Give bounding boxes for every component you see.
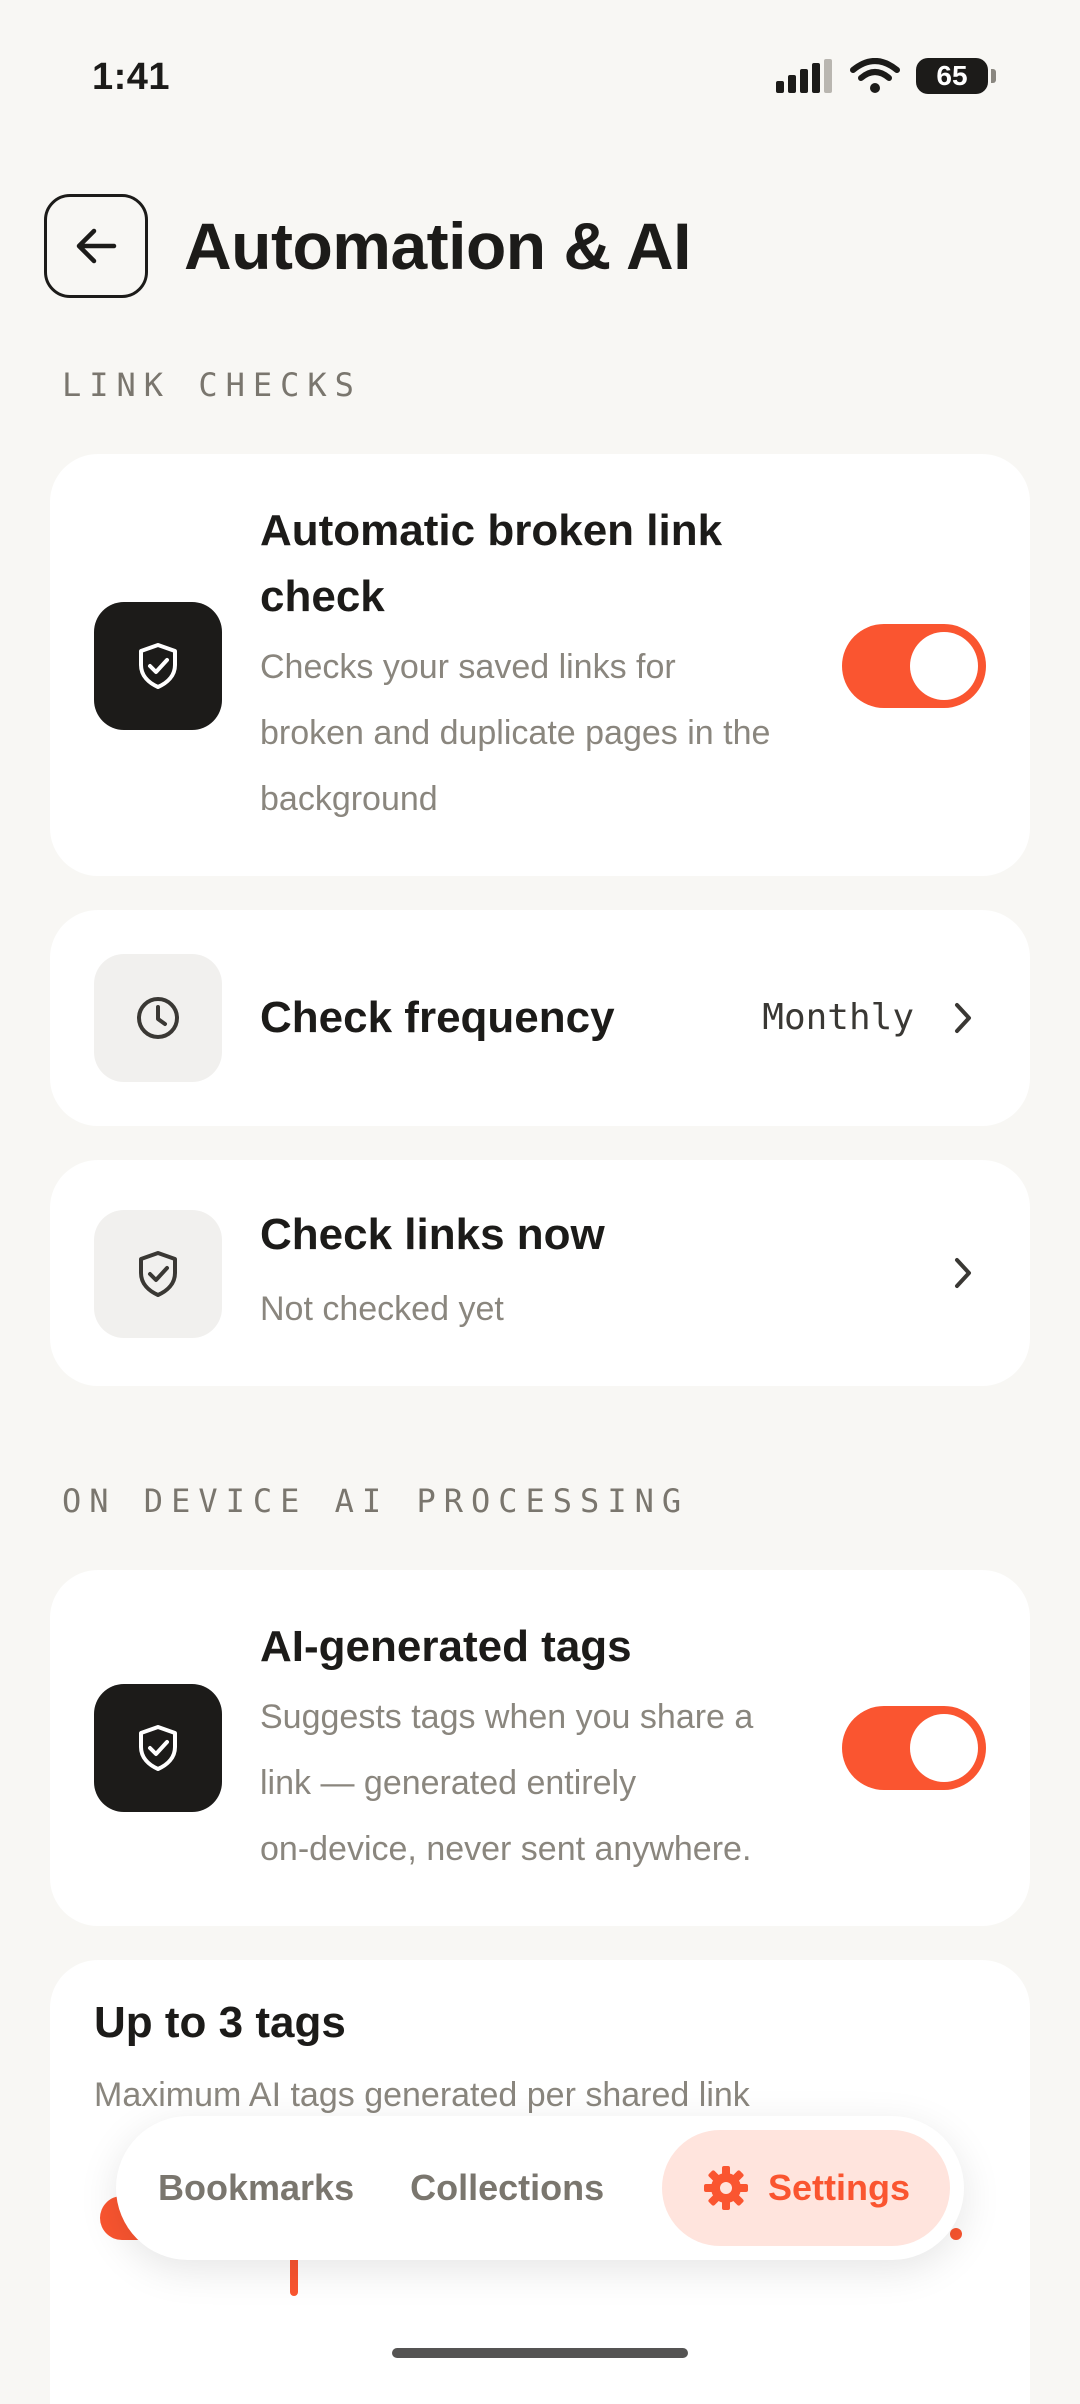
battery-indicator: 65 bbox=[916, 58, 996, 94]
check-frequency-card[interactable]: Check frequency Monthly bbox=[50, 910, 1030, 1126]
back-button[interactable] bbox=[44, 194, 148, 298]
header: Automation & AI bbox=[44, 194, 692, 298]
broken-link-title-line2: check bbox=[260, 572, 385, 621]
check-links-now-icon-tile bbox=[94, 1210, 222, 1338]
status-icons: 65 bbox=[776, 58, 996, 94]
status-bar: 1:41 65 bbox=[0, 0, 1080, 160]
arrow-left-icon bbox=[76, 228, 117, 264]
section-label-ai: ON DEVICE AI PROCESSING bbox=[62, 1482, 690, 1520]
bottom-nav: Bookmarks Collections Settings bbox=[116, 2116, 964, 2260]
chevron-right-icon bbox=[948, 1253, 978, 1293]
gear-icon bbox=[703, 2166, 748, 2210]
broken-link-check-card: Automatic broken link check Checks your … bbox=[50, 454, 1030, 876]
wifi-icon bbox=[850, 58, 900, 93]
ai-tags-card: AI-generated tags Suggests tags when you… bbox=[50, 1570, 1030, 1926]
broken-link-desc-line1: Checks your saved links for bbox=[260, 648, 676, 686]
check-links-now-card[interactable]: Check links now Not checked yet bbox=[50, 1160, 1030, 1386]
nav-item-settings[interactable]: Settings bbox=[661, 2130, 950, 2246]
check-links-now-title: Check links now bbox=[260, 1210, 605, 1259]
broken-link-desc-line2: broken and duplicate pages in the bbox=[260, 714, 771, 752]
ai-tags-desc-line2: link — generated entirely bbox=[260, 1764, 637, 1802]
max-tags-title: Up to 3 tags bbox=[94, 1998, 346, 2047]
home-indicator bbox=[392, 2348, 688, 2358]
shield-check-icon bbox=[139, 643, 177, 689]
ai-tags-icon-tile bbox=[94, 1684, 222, 1812]
broken-link-icon-tile bbox=[94, 602, 222, 730]
nav-item-bookmarks[interactable]: Bookmarks bbox=[130, 2130, 382, 2246]
toggle-knob bbox=[910, 1714, 978, 1782]
check-frequency-value: Monthly bbox=[762, 997, 914, 1038]
shield-check-icon bbox=[139, 1725, 177, 1771]
shield-check-icon bbox=[139, 1251, 177, 1297]
ai-tags-desc-line3: on-device, never sent anywhere. bbox=[260, 1830, 752, 1868]
signal-icon bbox=[776, 59, 832, 93]
status-time: 1:41 bbox=[92, 56, 171, 98]
broken-link-toggle[interactable] bbox=[842, 624, 986, 708]
broken-link-title-line1: Automatic broken link bbox=[260, 506, 723, 555]
chevron-right-icon bbox=[948, 998, 978, 1038]
check-frequency-title: Check frequency bbox=[260, 993, 615, 1042]
ai-tags-title: AI-generated tags bbox=[260, 1622, 632, 1671]
nav-item-settings-label: Settings bbox=[767, 2167, 910, 2208]
section-label-link-checks: LINK CHECKS bbox=[62, 366, 362, 404]
check-links-now-subtitle: Not checked yet bbox=[260, 1290, 504, 1328]
broken-link-desc-line3: background bbox=[260, 780, 438, 818]
clock-icon bbox=[137, 997, 179, 1039]
check-frequency-icon-tile bbox=[94, 954, 222, 1082]
page-title: Automation & AI bbox=[184, 209, 692, 283]
slider-end-dot bbox=[950, 2228, 962, 2240]
ai-tags-toggle[interactable] bbox=[842, 1706, 986, 1790]
ai-tags-desc-line1: Suggests tags when you share a bbox=[260, 1698, 754, 1736]
toggle-knob bbox=[910, 632, 978, 700]
nav-item-collections[interactable]: Collections bbox=[382, 2130, 632, 2246]
